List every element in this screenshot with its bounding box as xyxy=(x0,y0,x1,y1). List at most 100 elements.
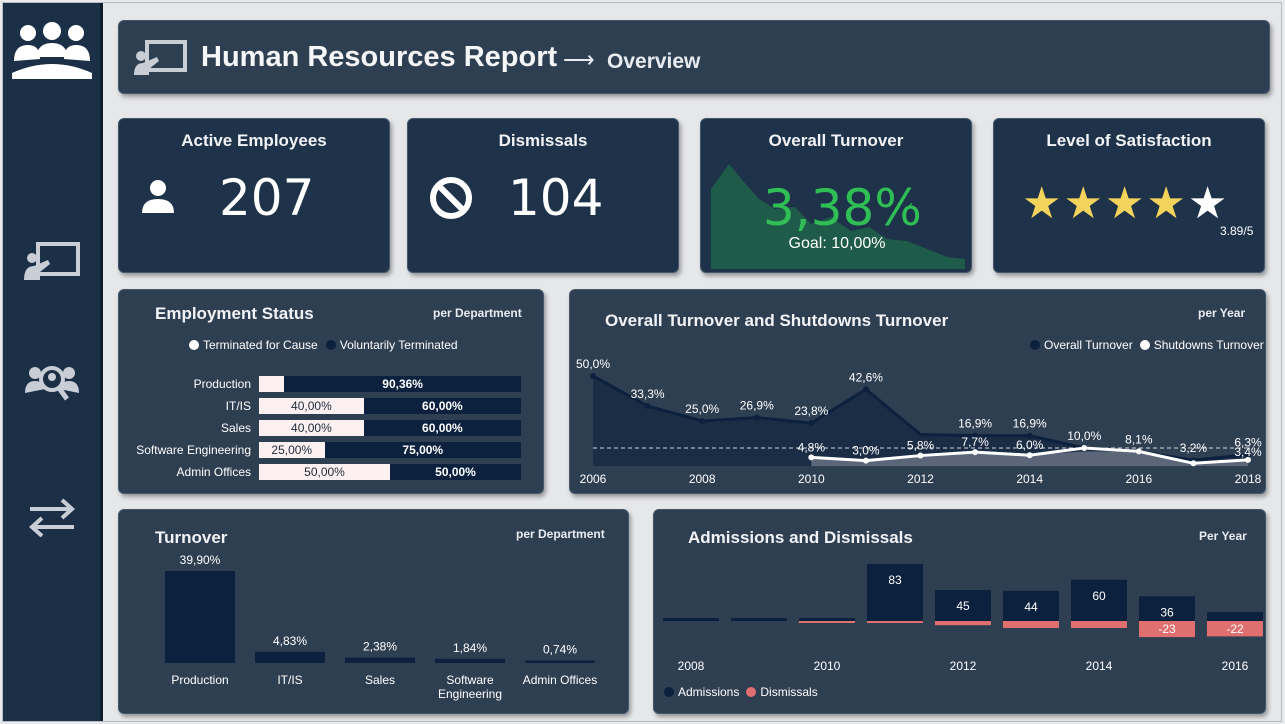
check-icon: ✓ xyxy=(903,199,915,215)
dismissals-bar xyxy=(799,621,855,623)
turnover-value: 3,38% xyxy=(763,179,922,237)
shutdowns-data-label: 5,8% xyxy=(907,439,935,453)
active-employees-value: 207 xyxy=(219,169,315,227)
x-tick-label: 2012 xyxy=(950,659,977,673)
category-label: Sales xyxy=(365,673,395,687)
star-icon: ★ xyxy=(1104,179,1145,228)
legend: Terminated for Cause Voluntarily Termina… xyxy=(189,338,458,352)
admissions-label: 83 xyxy=(888,573,902,587)
overall-data-label: 16,9% xyxy=(1013,417,1047,431)
overall-data-label: 25,0% xyxy=(685,402,719,416)
star-icon: ★ xyxy=(1063,179,1103,228)
kpi-title: Active Employees xyxy=(181,131,327,150)
terminated-cause-segment: 25,00% xyxy=(259,442,325,458)
bar-value-label: 2,38% xyxy=(363,640,397,654)
status-bar: 90,36% xyxy=(259,376,521,392)
satisfaction-score: 3.89/5 xyxy=(1220,224,1254,238)
x-tick-label: 2016 xyxy=(1222,659,1249,673)
active-employees-card: Active Employees 207 xyxy=(118,118,390,273)
dismissals-bar xyxy=(1003,621,1059,628)
overall-point xyxy=(590,373,596,379)
admissions-label: 60 xyxy=(1092,589,1106,603)
bar-value-label: 4,83% xyxy=(273,634,307,648)
overall-point xyxy=(753,414,760,421)
turnover-bar xyxy=(435,658,505,663)
shutdowns-data-label: 3,4% xyxy=(1234,445,1262,459)
overall-data-label: 33,3% xyxy=(631,387,665,401)
shutdowns-point xyxy=(808,454,815,461)
star-rating: ★ ★ ★ ★ ★ xyxy=(1022,182,1227,226)
admissions-label: 45 xyxy=(956,599,970,613)
turnover-line-chart: 50,0% 33,3% 25,0% 26,9% 23,8% 42,6% 16,9% 16,9%… xyxy=(576,357,1262,486)
title-bar: Human Resources Report ⟶ Overview xyxy=(118,20,1270,94)
satisfaction-card: Level of Satisfaction ★ ★ ★ ★ ★ 3.89/5 xyxy=(993,118,1265,273)
x-tick-label: 2016 xyxy=(1125,472,1152,486)
admissions-bar xyxy=(1207,612,1263,621)
legend-label: Terminated for Cause xyxy=(203,338,318,352)
overall-data-label: 50,0% xyxy=(576,357,610,371)
terminated-cause-segment: 40,00% xyxy=(259,420,364,436)
x-tick-label: 2008 xyxy=(689,472,716,486)
status-bar: 40,00% 60,00% xyxy=(259,398,521,414)
x-tick-label: 2008 xyxy=(678,659,705,673)
admissions-bar xyxy=(731,618,787,621)
legend-dot xyxy=(325,340,336,350)
transfer-arrows-icon[interactable] xyxy=(3,497,100,537)
row-label: IT/IS xyxy=(225,399,251,413)
dashboard: Human Resources Report ⟶ Overview Active… xyxy=(2,2,1282,722)
dismissals-bar xyxy=(867,621,923,623)
shutdowns-data-label: 6,0% xyxy=(1016,438,1044,452)
overall-data-label: 42,6% xyxy=(849,370,883,384)
x-tick-label: 2006 xyxy=(580,472,607,486)
row-label: Software Engineering xyxy=(136,443,251,457)
status-bar: 40,00% 60,00% xyxy=(259,420,521,436)
dismissals-label: -23 xyxy=(1158,622,1176,636)
overall-data-label: 3,2% xyxy=(1180,441,1208,455)
star-icon: ★ xyxy=(1187,179,1228,228)
overall-point xyxy=(808,420,815,427)
kpi-title: Dismissals xyxy=(498,131,588,150)
dismissals-value: 104 xyxy=(508,169,604,227)
presentation-icon[interactable] xyxy=(3,240,100,282)
terminated-cause-segment: 40,00% xyxy=(259,398,364,414)
admissions-label: 36 xyxy=(1160,605,1174,619)
dismissals-card: Dismissals 104 xyxy=(407,118,679,273)
bar-value-label: 1,84% xyxy=(453,641,487,655)
kpi-title: Level of Satisfaction xyxy=(1046,131,1212,150)
star-icon: ★ xyxy=(1146,179,1186,228)
voluntary-segment: 90,36% xyxy=(284,376,521,392)
admissions-label: 44 xyxy=(1024,600,1038,614)
turnover-bar xyxy=(345,657,415,663)
category-label: Admin Offices xyxy=(523,673,597,687)
x-tick-label: 2010 xyxy=(798,472,825,486)
shutdowns-point xyxy=(862,457,869,464)
presentation-icon xyxy=(134,40,187,75)
overall-data-label: 26,9% xyxy=(740,399,774,413)
shutdowns-point xyxy=(1190,460,1197,467)
star-icon: ★ xyxy=(1022,179,1062,228)
legend-dot xyxy=(189,340,199,350)
overall-data-label: 10,0% xyxy=(1067,429,1101,443)
turnover-goal: Goal: 10,00% xyxy=(788,235,886,252)
turnover-bar xyxy=(255,651,325,663)
turnover-dept-chart: 39,90% Production 4,83% IT/IS 2,38% Sales 1,84… xyxy=(165,553,597,701)
shutdowns-data-label: 4,8% xyxy=(798,440,826,454)
status-bar: 50,00% 50,00% xyxy=(259,464,521,480)
overall-point xyxy=(644,403,651,410)
row-label: Admin Offices xyxy=(176,465,251,479)
voluntary-segment: 75,00% xyxy=(324,442,521,458)
turnover-bar xyxy=(525,660,595,663)
x-tick-label: 2012 xyxy=(907,472,934,486)
admissions-card: Admissions and Dismissals Per Year 83 45 4… xyxy=(653,509,1266,714)
dismissals-label: -22 xyxy=(1226,622,1244,636)
shutdowns-point xyxy=(917,452,924,459)
turnover-dept-card: Turnover per Department 39,90% Production… xyxy=(118,509,629,714)
people-search-icon[interactable] xyxy=(3,361,100,407)
per-department-label: per Department xyxy=(433,306,522,320)
category-label: IT/IS xyxy=(277,673,302,687)
overall-data-label: 8,1% xyxy=(1125,432,1153,446)
team-icon[interactable] xyxy=(3,21,100,85)
arrow-icon: ⟶ xyxy=(563,47,595,72)
overall-turnover-card: Overall Turnover 3,38% ✓ Goal: 10,00% xyxy=(700,118,972,273)
overall-data-label: 23,8% xyxy=(794,404,828,418)
